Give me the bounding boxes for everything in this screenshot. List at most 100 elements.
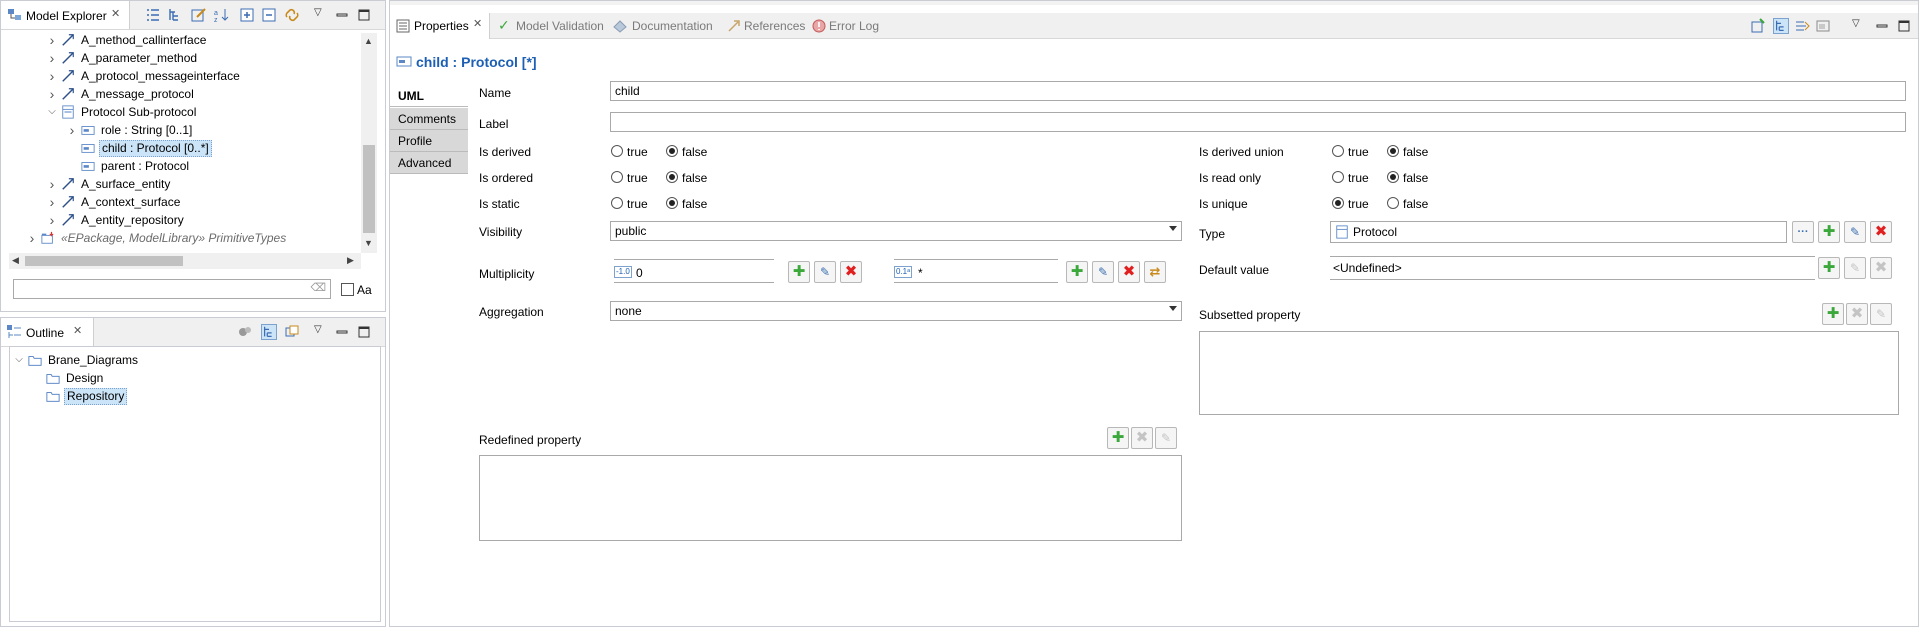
model-tree-item[interactable]: child : Protocol [0..*] bbox=[1, 139, 361, 157]
unset-type-button[interactable]: ✖ bbox=[1870, 221, 1892, 243]
scroll-right-icon[interactable]: ▶ bbox=[347, 256, 354, 265]
chevron-down-icon[interactable]: ⌵ bbox=[47, 103, 57, 121]
model-tree-item[interactable]: ⌵ Protocol Sub-protocol bbox=[1, 103, 361, 121]
create-upper-bound-button[interactable]: ✚ bbox=[1066, 261, 1088, 283]
new-view-icon[interactable] bbox=[1750, 18, 1766, 34]
tab-documentation[interactable]: Documentation bbox=[612, 13, 722, 39]
scroll-left-icon[interactable]: ◀ bbox=[12, 256, 19, 265]
model-tree-item[interactable]: › A_method_callinterface bbox=[1, 31, 361, 49]
clear-filter-icon[interactable]: ⌫ bbox=[310, 283, 326, 294]
expand-all-icon[interactable] bbox=[239, 7, 255, 23]
model-tree-item[interactable]: › A_protocol_messageinterface bbox=[1, 67, 361, 85]
close-icon[interactable]: ✕ bbox=[473, 19, 482, 30]
model-tree-item[interactable]: › A_context_surface bbox=[1, 193, 361, 211]
sort-icon[interactable]: az bbox=[214, 7, 230, 23]
edit-type-button[interactable]: ✎ bbox=[1844, 221, 1866, 243]
tree-layout-icon[interactable] bbox=[1773, 18, 1789, 34]
edit-icon[interactable] bbox=[191, 7, 207, 23]
tab-model-validation[interactable]: ✓ Model Validation bbox=[498, 13, 608, 39]
tab-model-explorer[interactable]: Model Explorer ✕ bbox=[1, 1, 130, 29]
outline-tree-item[interactable]: Design bbox=[10, 369, 380, 387]
left-bool-0-radio-false[interactable] bbox=[666, 145, 678, 157]
aggregation-select[interactable]: none bbox=[610, 301, 1182, 321]
right-bool-1-radio-true[interactable] bbox=[1332, 171, 1344, 183]
right-bool-1-radio-false[interactable] bbox=[1387, 171, 1399, 183]
chevron-right-icon[interactable]: › bbox=[47, 31, 57, 49]
view-menu-icon[interactable]: ▽ bbox=[314, 325, 322, 335]
left-bool-2-radio-false[interactable] bbox=[666, 197, 678, 209]
edit-redefined-property-button[interactable]: ✎ bbox=[1155, 427, 1177, 449]
type-field[interactable]: Protocol bbox=[1330, 221, 1787, 243]
minimize-icon[interactable] bbox=[1874, 18, 1890, 34]
model-tree-item[interactable]: › A_surface_entity bbox=[1, 175, 361, 193]
label-field[interactable] bbox=[610, 112, 1906, 132]
tab-references[interactable]: References bbox=[726, 13, 806, 39]
close-icon[interactable]: ✕ bbox=[73, 326, 82, 337]
left-bool-1-radio-false[interactable] bbox=[666, 171, 678, 183]
collapse-all-icon[interactable] bbox=[261, 7, 277, 23]
switch-multiplicity-editor-button[interactable]: ⇄ bbox=[1144, 261, 1166, 283]
chevron-right-icon[interactable]: › bbox=[47, 49, 57, 67]
default-value-field[interactable]: <Undefined> bbox=[1330, 256, 1815, 280]
redefined-property-list[interactable] bbox=[479, 455, 1182, 541]
create-type-button[interactable]: ✚ bbox=[1818, 221, 1840, 243]
close-icon[interactable]: ✕ bbox=[111, 9, 120, 20]
list-view-icon[interactable] bbox=[145, 7, 161, 23]
model-tree-item[interactable]: › «EPackage, ModelLibrary» PrimitiveTypes bbox=[1, 229, 361, 247]
visibility-select[interactable]: public bbox=[610, 221, 1182, 241]
scroll-down-icon[interactable]: ▼ bbox=[364, 239, 373, 248]
delete-lower-bound-button[interactable]: ✖ bbox=[840, 261, 862, 283]
tab-outline[interactable]: Outline ✕ bbox=[1, 318, 94, 346]
chevron-right-icon[interactable]: › bbox=[47, 67, 57, 85]
scroll-up-icon[interactable]: ▲ bbox=[364, 37, 373, 46]
edit-subsetted-property-button[interactable]: ✎ bbox=[1870, 303, 1892, 325]
add-subsetted-property-button[interactable]: ✚ bbox=[1822, 303, 1844, 325]
right-bool-0-radio-true[interactable] bbox=[1332, 145, 1344, 157]
outline-filter-icon[interactable] bbox=[284, 324, 300, 340]
upper-bound-field[interactable]: 0.1ᵃ * bbox=[894, 259, 1058, 283]
delete-upper-bound-button[interactable]: ✖ bbox=[1118, 261, 1140, 283]
outline-tree-icon[interactable] bbox=[261, 324, 277, 340]
link-with-editor-icon[interactable] bbox=[284, 7, 300, 23]
right-bool-0-radio-false[interactable] bbox=[1387, 145, 1399, 157]
add-redefined-property-button[interactable]: ✚ bbox=[1107, 427, 1129, 449]
outline-tree-item[interactable]: ⌵ Brane_Diagrams bbox=[10, 351, 380, 369]
maximize-icon[interactable] bbox=[1896, 18, 1912, 34]
section-tab-advanced[interactable]: Advanced bbox=[390, 152, 468, 174]
overview-icon[interactable] bbox=[237, 324, 253, 340]
model-tree-item[interactable]: › A_message_protocol bbox=[1, 85, 361, 103]
case-sensitive-checkbox[interactable] bbox=[341, 283, 354, 296]
remove-subsetted-property-button[interactable]: ✖ bbox=[1846, 303, 1868, 325]
model-tree-item[interactable]: › role : String [0..1] bbox=[1, 121, 361, 139]
vertical-scrollbar[interactable]: ▲ ▼ bbox=[361, 33, 377, 253]
left-bool-2-radio-true[interactable] bbox=[611, 197, 623, 209]
section-tab-uml[interactable]: UML bbox=[390, 85, 468, 107]
tree-view-icon[interactable] bbox=[168, 7, 184, 23]
chevron-right-icon[interactable]: › bbox=[47, 85, 57, 103]
outline-tree-item[interactable]: Repository bbox=[10, 387, 380, 405]
delete-default-value-button[interactable]: ✖ bbox=[1870, 257, 1892, 279]
maximize-icon[interactable] bbox=[356, 324, 372, 340]
model-tree-item[interactable]: › A_entity_repository bbox=[1, 211, 361, 229]
view-menu-icon[interactable]: ▽ bbox=[314, 8, 322, 18]
pin-icon[interactable] bbox=[1794, 18, 1810, 34]
left-bool-0-radio-true[interactable] bbox=[611, 145, 623, 157]
scrollbar-thumb[interactable] bbox=[363, 145, 375, 233]
layout-icon[interactable] bbox=[1815, 18, 1831, 34]
edit-upper-bound-button[interactable]: ✎ bbox=[1092, 261, 1114, 283]
chevron-right-icon[interactable]: › bbox=[67, 121, 77, 139]
chevron-right-icon[interactable]: › bbox=[27, 229, 37, 247]
h-scrollbar-thumb[interactable] bbox=[25, 256, 183, 266]
minimize-icon[interactable] bbox=[334, 324, 350, 340]
edit-default-value-button[interactable]: ✎ bbox=[1844, 257, 1866, 279]
right-bool-2-radio-true[interactable] bbox=[1332, 197, 1344, 209]
browse-type-button[interactable]: ··· bbox=[1792, 221, 1814, 243]
lower-bound-field[interactable]: -1.0 0 bbox=[614, 259, 774, 283]
right-bool-2-radio-false[interactable] bbox=[1387, 197, 1399, 209]
create-lower-bound-button[interactable]: ✚ bbox=[788, 261, 810, 283]
subsetted-property-list[interactable] bbox=[1199, 331, 1899, 415]
maximize-icon[interactable] bbox=[356, 7, 372, 23]
filter-input[interactable]: ⌫ bbox=[13, 279, 331, 299]
create-default-value-button[interactable]: ✚ bbox=[1818, 257, 1840, 279]
chevron-right-icon[interactable]: › bbox=[47, 211, 57, 229]
